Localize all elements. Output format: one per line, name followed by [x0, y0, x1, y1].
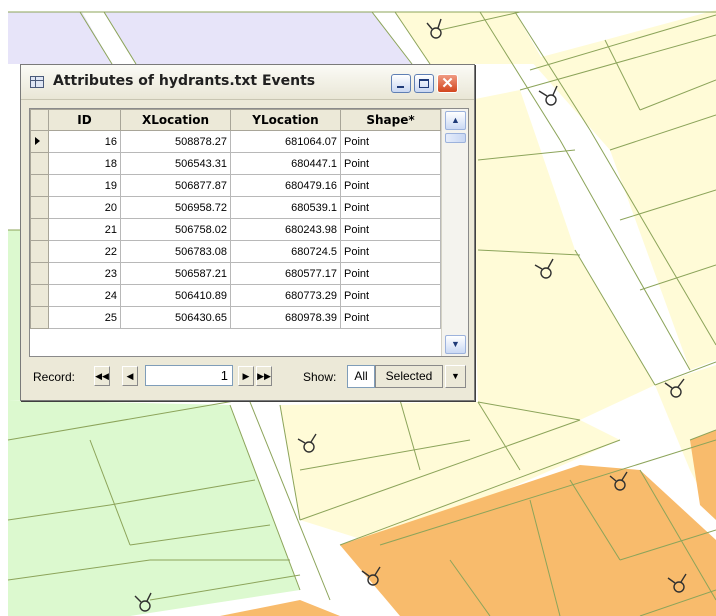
first-record-button[interactable]: ◀◀	[94, 366, 110, 386]
cell-ylocation[interactable]: 680577.17	[230, 262, 341, 285]
cell-xlocation[interactable]: 508878.27	[120, 130, 231, 153]
cell-xlocation[interactable]: 506758.02	[120, 218, 231, 241]
row-selector[interactable]	[30, 218, 49, 241]
cell-ylocation[interactable]: 680479.16	[230, 174, 341, 197]
show-selected-button[interactable]: Selected	[375, 365, 443, 388]
cell-ylocation[interactable]: 680978.39	[230, 306, 341, 329]
previous-record-icon: ◀	[126, 371, 134, 381]
cell-shape[interactable]: Point	[340, 218, 441, 241]
record-number-input[interactable]: 1	[145, 365, 233, 386]
current-row-pointer-icon	[35, 137, 40, 145]
next-record-button[interactable]: ▶	[238, 366, 254, 386]
column-header-xlocation[interactable]: XLocation	[120, 109, 231, 131]
table-row[interactable]: 25 506430.65 680978.39 Point	[30, 306, 441, 329]
cell-id[interactable]: 24	[48, 284, 121, 307]
cell-id[interactable]: 21	[48, 218, 121, 241]
minimize-button[interactable]	[391, 74, 411, 93]
cell-shape[interactable]: Point	[340, 174, 441, 197]
cell-xlocation[interactable]: 506783.08	[120, 240, 231, 263]
row-selector[interactable]	[30, 152, 49, 175]
cell-id[interactable]: 22	[48, 240, 121, 263]
attribute-grid[interactable]: ID XLocation YLocation Shape* 16 508878.…	[29, 108, 469, 357]
maximize-button[interactable]	[414, 74, 434, 93]
cell-xlocation[interactable]: 506587.21	[120, 262, 231, 285]
cell-shape[interactable]: Point	[340, 152, 441, 175]
row-selector[interactable]	[30, 306, 49, 329]
map-parcel	[104, 12, 412, 64]
column-header-id[interactable]: ID	[48, 109, 121, 131]
cell-ylocation[interactable]: 680773.29	[230, 284, 341, 307]
cell-ylocation[interactable]: 681064.07	[230, 130, 341, 153]
row-selector[interactable]	[30, 240, 49, 263]
scroll-thumb[interactable]	[445, 133, 466, 143]
table-row[interactable]: 23 506587.21 680577.17 Point	[30, 262, 441, 285]
cell-xlocation[interactable]: 506543.31	[120, 152, 231, 175]
table-row[interactable]: 19 506877.87 680479.16 Point	[30, 174, 441, 197]
first-record-icon: ◀◀	[95, 371, 109, 381]
cell-xlocation[interactable]: 506430.65	[120, 306, 231, 329]
window-title: Attributes of hydrants.txt Events	[53, 73, 316, 89]
vertical-scrollbar[interactable]: ▲ ▼	[441, 109, 468, 356]
record-navigation-bar: Record: ◀◀ ◀ 1 ▶ ▶▶ Show: All Selected ▼	[27, 363, 471, 391]
scroll-up-icon: ▲	[451, 115, 460, 125]
row-selector-header[interactable]	[30, 109, 49, 131]
cell-xlocation[interactable]: 506877.87	[120, 174, 231, 197]
row-selector[interactable]	[30, 130, 49, 153]
table-row[interactable]: 21 506758.02 680243.98 Point	[30, 218, 441, 241]
cell-ylocation[interactable]: 680447.1	[230, 152, 341, 175]
dropdown-arrow-icon: ▼	[451, 371, 460, 381]
header-row: ID XLocation YLocation Shape*	[30, 109, 441, 131]
cell-xlocation[interactable]: 506958.72	[120, 196, 231, 219]
show-all-button[interactable]: All	[347, 365, 375, 388]
scroll-up-button[interactable]: ▲	[445, 111, 466, 130]
table-row[interactable]: 18 506543.31 680447.1 Point	[30, 152, 441, 175]
cell-shape[interactable]: Point	[340, 130, 441, 153]
cell-shape[interactable]: Point	[340, 262, 441, 285]
table-row[interactable]: 22 506783.08 680724.5 Point	[30, 240, 441, 263]
column-header-ylocation[interactable]: YLocation	[230, 109, 341, 131]
map-parcel	[8, 230, 20, 400]
row-selector[interactable]	[30, 262, 49, 285]
cell-id[interactable]: 23	[48, 262, 121, 285]
cell-id[interactable]: 25	[48, 306, 121, 329]
cell-id[interactable]: 16	[48, 130, 121, 153]
cell-ylocation[interactable]: 680243.98	[230, 218, 341, 241]
cell-ylocation[interactable]: 680539.1	[230, 196, 341, 219]
column-header-shape[interactable]: Shape*	[340, 109, 441, 131]
cell-id[interactable]: 20	[48, 196, 121, 219]
row-selector[interactable]	[30, 284, 49, 307]
show-label: Show:	[303, 370, 337, 384]
close-icon: ✕	[441, 75, 454, 92]
previous-record-button[interactable]: ◀	[122, 366, 138, 386]
cell-shape[interactable]: Point	[340, 284, 441, 307]
cell-shape[interactable]: Point	[340, 240, 441, 263]
scroll-down-icon: ▼	[451, 339, 460, 349]
last-record-button[interactable]: ▶▶	[256, 366, 272, 386]
last-record-icon: ▶▶	[257, 371, 271, 381]
cell-shape[interactable]: Point	[340, 196, 441, 219]
next-record-icon: ▶	[242, 371, 250, 381]
close-button[interactable]: ✕	[437, 74, 458, 93]
cell-ylocation[interactable]: 680724.5	[230, 240, 341, 263]
cell-id[interactable]: 19	[48, 174, 121, 197]
table-row[interactable]: 24 506410.89 680773.29 Point	[30, 284, 441, 307]
attribute-table: ID XLocation YLocation Shape* 16 508878.…	[30, 109, 441, 329]
table-icon	[30, 76, 44, 88]
table-row[interactable]: 16 508878.27 681064.07 Point	[30, 130, 441, 153]
scroll-down-button[interactable]: ▼	[445, 335, 466, 354]
row-selector[interactable]	[30, 196, 49, 219]
options-dropdown-button[interactable]: ▼	[445, 365, 466, 388]
row-selector[interactable]	[30, 174, 49, 197]
cell-xlocation[interactable]: 506410.89	[120, 284, 231, 307]
table-row[interactable]: 20 506958.72 680539.1 Point	[30, 196, 441, 219]
title-bar[interactable]: Attributes of hydrants.txt Events ✕	[21, 65, 474, 100]
attribute-table-window[interactable]: Attributes of hydrants.txt Events ✕ ID X…	[20, 64, 475, 401]
cell-id[interactable]: 18	[48, 152, 121, 175]
cell-shape[interactable]: Point	[340, 306, 441, 329]
record-label: Record:	[33, 370, 76, 384]
